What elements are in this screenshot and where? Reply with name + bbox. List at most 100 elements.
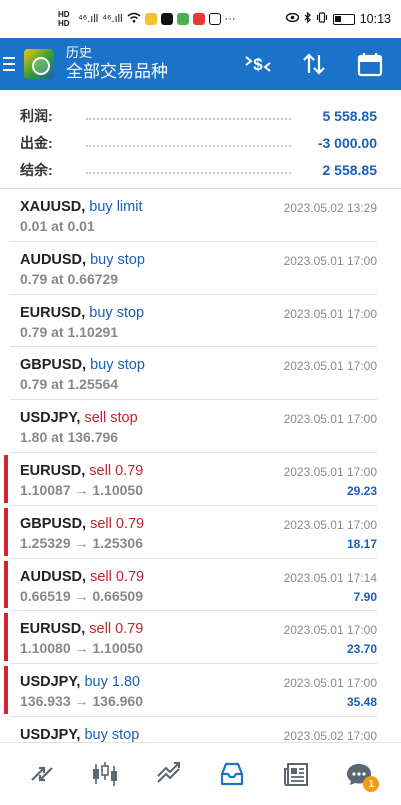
calendar-icon	[357, 53, 383, 77]
order-title: EURUSD, sell 0.79	[20, 621, 143, 637]
order-type: sell 0.79	[85, 621, 144, 638]
order-date: 2023.05.01 17:00	[283, 464, 377, 479]
order-symbol: XAUUSD,	[20, 199, 86, 215]
order-date: 2023.05.01 17:00	[283, 676, 377, 691]
page-title[interactable]: 全部交易品种	[66, 61, 168, 83]
order-profit: 7.90	[353, 589, 377, 604]
order-title: EURUSD, buy stop	[20, 305, 144, 321]
order-detail: 0.79 at 1.10291	[20, 323, 119, 340]
chart-icon	[93, 762, 118, 786]
order-row[interactable]: EURUSD, sell 0.79 1.10080 → 1.10050 2023.0…	[4, 611, 377, 665]
app-bar: 历史 全部交易品种 $	[0, 38, 401, 90]
order-detail: 1.25329 → 1.25306	[20, 534, 143, 551]
summary-label: 结余:	[20, 161, 53, 178]
order-symbol: USDJPY,	[20, 674, 81, 691]
order-date: 2023.05.01 17:00	[283, 517, 377, 532]
order-type: sell 0.79	[86, 568, 145, 585]
summary-row-profit: 利润: 5 558.85	[20, 102, 377, 129]
page-subtitle: 历史	[66, 45, 93, 60]
order-detail: 136.933 → 136.960	[20, 693, 143, 710]
order-detail: 0.66519 → 0.66509	[20, 587, 143, 604]
calendar-button[interactable]	[353, 47, 387, 81]
order-row[interactable]: EURUSD, sell 0.79 1.10087 → 1.10050 2023.0…	[4, 453, 377, 506]
order-title: AUDUSD, buy stop	[20, 252, 145, 268]
symbol-filter-button[interactable]: $	[241, 47, 275, 81]
order-title: EURUSD, sell 0.79	[20, 463, 143, 479]
hd-indicator: HD HD	[58, 10, 70, 28]
tiktok-icon	[160, 13, 173, 25]
bluetooth-icon	[304, 11, 311, 26]
order-detail: 0.01 at 0.01	[20, 218, 95, 234]
order-row[interactable]: AUDUSD, sell 0.79 0.66519 → 0.66509 2023.0…	[4, 559, 377, 612]
battery-icon	[332, 13, 355, 25]
wifi-icon	[127, 12, 141, 26]
svg-text:$: $	[253, 55, 263, 74]
order-title: GBPUSD, buy stop	[20, 357, 145, 373]
order-type: buy stop	[86, 357, 145, 374]
order-detail: 1.80 at 136.796	[20, 429, 119, 446]
order-row[interactable]: EURUSD, buy stop 0.79 at 1.10291 2023.05.0…	[10, 295, 377, 348]
tab-news[interactable]	[274, 752, 318, 796]
tab-messages[interactable]: 1	[337, 752, 381, 796]
order-date: 2023.05.01 17:00	[283, 623, 377, 638]
dollar-filter-icon: $	[245, 55, 271, 74]
order-symbol: EURUSD,	[20, 621, 86, 638]
vibrate-icon	[316, 12, 328, 26]
app-logo	[24, 49, 54, 79]
clock: 10:13	[359, 12, 391, 26]
sort-button[interactable]	[297, 47, 331, 81]
tab-quotes[interactable]	[20, 752, 64, 796]
tab-trade[interactable]	[147, 752, 191, 796]
sort-icon	[303, 53, 325, 75]
status-bar: HD HD ⁴⁶.ıll ⁴⁶.ıll ··· 10:13	[0, 0, 401, 38]
summary-value: 5 558.85	[322, 107, 378, 124]
order-type: sell 0.79	[85, 462, 144, 479]
orders-list[interactable]: XAUUSD, buy limit 0.01 at 0.01 2023.05.02 …	[0, 189, 401, 770]
order-symbol: USDJPY,	[20, 410, 81, 427]
order-row[interactable]: GBPUSD, buy stop 0.79 at 1.25564 2023.05.0…	[10, 347, 377, 401]
order-symbol: GBPUSD,	[20, 357, 87, 374]
more-notifications-icon: ···	[224, 12, 236, 25]
order-title: XAUUSD, buy limit	[20, 199, 142, 215]
order-symbol: EURUSD,	[20, 462, 86, 479]
app-notification-icon	[208, 13, 221, 25]
tab-history[interactable]	[210, 752, 254, 796]
order-type: buy stop	[80, 726, 140, 743]
history-summary: 利润: 5 558.85 出金: -3 000.00 结余: 2 558.85	[0, 90, 401, 188]
order-row[interactable]: XAUUSD, buy limit 0.01 at 0.01 2023.05.02 …	[10, 189, 377, 242]
order-type: buy 1.80	[80, 674, 141, 691]
summary-value: 2 558.85	[322, 161, 378, 178]
order-symbol: AUDUSD,	[20, 251, 87, 268]
order-title: USDJPY, buy 1.80	[20, 674, 140, 690]
order-row[interactable]: USDJPY, sell stop 1.80 at 136.796 2023.05.…	[10, 400, 377, 453]
order-type: buy limit	[85, 199, 143, 215]
order-profit: 18.17	[346, 536, 377, 551]
summary-value: -3 000.00	[317, 134, 377, 151]
order-profit: 29.23	[346, 483, 377, 498]
order-title: USDJPY, sell stop	[20, 410, 138, 426]
signal-1-icon: ⁴⁶.ıll	[78, 12, 99, 25]
order-symbol: EURUSD,	[20, 304, 86, 321]
order-profit: 23.70	[346, 642, 377, 657]
tab-chart[interactable]	[83, 752, 127, 796]
history-icon	[221, 762, 244, 786]
order-title: USDJPY, buy stop	[20, 727, 139, 743]
menu-icon[interactable]	[0, 38, 22, 90]
order-detail: 0.79 at 0.66729	[20, 270, 119, 287]
order-profit: 35.48	[346, 695, 377, 710]
app-notification-icon	[192, 13, 205, 25]
order-row[interactable]: GBPUSD, sell 0.79 1.25329 → 1.25306 2023.0…	[4, 506, 377, 559]
order-type: buy stop	[85, 304, 145, 321]
news-icon	[283, 763, 308, 786]
order-title: AUDUSD, sell 0.79	[20, 569, 144, 585]
order-symbol: AUDUSD,	[20, 568, 87, 585]
order-row[interactable]: AUDUSD, buy stop 0.79 at 0.66729 2023.05.0…	[10, 242, 377, 295]
order-date: 2023.05.01 17:00	[283, 253, 377, 268]
signal-2-icon: ⁴⁶.ıll	[102, 12, 123, 25]
summary-row-withdrawal: 出金: -3 000.00	[20, 129, 377, 156]
order-date: 2023.05.01 17:00	[283, 412, 377, 427]
order-title: GBPUSD, sell 0.79	[20, 516, 144, 532]
order-date: 2023.05.01 17:00	[283, 359, 377, 374]
order-row[interactable]: USDJPY, buy 1.80 136.933 → 136.960 2023.05…	[4, 664, 377, 717]
app-notification-icon	[144, 13, 157, 25]
